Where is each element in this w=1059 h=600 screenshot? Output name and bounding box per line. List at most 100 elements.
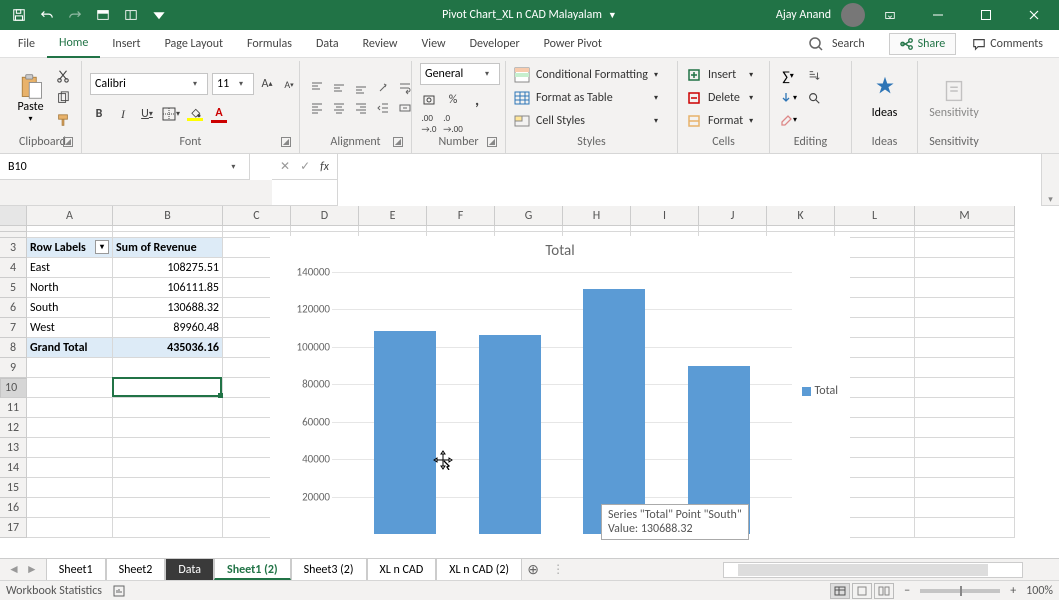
tab-view[interactable]: View — [410, 31, 458, 57]
workbook-statistics[interactable]: Workbook Statistics — [6, 584, 102, 598]
cell[interactable] — [27, 378, 113, 398]
qa-icon-1[interactable] — [90, 2, 116, 28]
delete-cells-button[interactable]: Delete▾ — [686, 88, 753, 108]
select-all-corner[interactable] — [0, 206, 27, 226]
tab-file[interactable]: File — [6, 31, 47, 57]
sheet-tab[interactable]: Data — [165, 558, 214, 580]
tab-power-pivot[interactable]: Power Pivot — [532, 31, 614, 57]
autosum-button[interactable]: ∑▾ — [778, 67, 798, 85]
accounting-button[interactable] — [420, 91, 438, 109]
cell[interactable]: Sum of Revenue — [113, 238, 223, 258]
minimize-icon[interactable] — [915, 0, 961, 30]
normal-view-button[interactable] — [830, 583, 850, 599]
col-header[interactable]: D — [291, 206, 359, 226]
cell[interactable] — [915, 258, 1015, 278]
number-format-select[interactable]: General▾ — [420, 63, 500, 85]
undo-icon[interactable] — [34, 2, 60, 28]
cell[interactable] — [27, 498, 113, 518]
row-header[interactable]: 7 — [0, 318, 27, 338]
cell[interactable] — [915, 478, 1015, 498]
align-right-button[interactable] — [352, 100, 370, 116]
cancel-formula-icon[interactable]: ✕ — [280, 159, 290, 174]
chevron-down-icon[interactable]: ▾ — [231, 162, 241, 172]
expand-formula-icon[interactable]: ▾ — [1041, 154, 1059, 205]
cell[interactable] — [915, 398, 1015, 418]
comma-button[interactable]: , — [468, 91, 486, 109]
find-select-button[interactable] — [804, 89, 824, 107]
tab-scroll-left-icon[interactable]: ◄ — [8, 562, 20, 577]
sheet-tab[interactable]: Sheet3 (2) — [291, 558, 367, 580]
fx-icon[interactable]: fx — [320, 160, 329, 174]
cell[interactable]: East — [27, 258, 113, 278]
ribbon-options-icon[interactable] — [867, 0, 913, 30]
cell[interactable]: West — [27, 318, 113, 338]
align-left-button[interactable] — [308, 100, 326, 116]
cell-styles-button[interactable]: Cell Styles▾ — [514, 111, 658, 131]
decrease-font-button[interactable]: A▾ — [280, 75, 298, 93]
cell[interactable] — [27, 358, 113, 378]
cell[interactable] — [915, 458, 1015, 478]
cell[interactable] — [113, 458, 223, 478]
font-size-select[interactable]: 11▾ — [212, 73, 254, 95]
cell[interactable] — [915, 298, 1015, 318]
maximize-icon[interactable] — [963, 0, 1009, 30]
copy-button[interactable] — [53, 89, 73, 107]
cell[interactable]: 435036.16 — [113, 338, 223, 358]
align-top-button[interactable] — [308, 80, 326, 96]
cell[interactable] — [915, 238, 1015, 258]
decrease-decimal-button[interactable]: .0→.00 — [444, 115, 462, 133]
add-sheet-button[interactable]: ⊕ — [522, 561, 544, 578]
percent-button[interactable]: % — [444, 91, 462, 109]
tab-scroll-right-icon[interactable]: ► — [26, 562, 38, 577]
share-button[interactable]: Share — [889, 33, 957, 55]
tab-home[interactable]: Home — [47, 30, 100, 58]
insert-cells-button[interactable]: Insert▾ — [686, 65, 753, 85]
row-header[interactable]: 16 — [0, 498, 27, 518]
sheet-tab[interactable]: XL n CAD (2) — [436, 558, 522, 580]
launcher-icon[interactable]: ◢ — [393, 137, 403, 147]
cell[interactable] — [915, 358, 1015, 378]
avatar[interactable] — [841, 3, 865, 27]
cell[interactable] — [113, 418, 223, 438]
cell[interactable]: Row Labels▾ — [27, 238, 113, 258]
col-header[interactable]: M — [915, 206, 1015, 226]
cell[interactable] — [915, 438, 1015, 458]
sheet-tab[interactable]: Sheet1 (2) — [214, 558, 291, 580]
align-bottom-button[interactable] — [352, 80, 370, 96]
align-middle-button[interactable] — [330, 80, 348, 96]
redo-icon[interactable] — [62, 2, 88, 28]
launcher-icon[interactable]: ◢ — [487, 137, 497, 147]
row-header[interactable]: 4 — [0, 258, 27, 278]
cell[interactable] — [27, 438, 113, 458]
cell[interactable] — [915, 338, 1015, 358]
sheet-tab[interactable]: Sheet2 — [106, 558, 166, 580]
cell[interactable]: 130688.32 — [113, 298, 223, 318]
row-header[interactable]: 12 — [0, 418, 27, 438]
col-header[interactable]: J — [699, 206, 767, 226]
sheet-tab[interactable]: Sheet1 — [46, 558, 106, 580]
cell[interactable] — [113, 378, 223, 398]
col-header[interactable]: L — [835, 206, 915, 226]
cell[interactable] — [915, 418, 1015, 438]
tab-data[interactable]: Data — [304, 31, 351, 57]
increase-font-button[interactable]: A▴ — [258, 75, 276, 93]
tab-page-layout[interactable]: Page Layout — [153, 31, 235, 57]
tab-insert[interactable]: Insert — [100, 31, 152, 57]
border-button[interactable]: ▾ — [162, 105, 180, 123]
conditional-formatting-button[interactable]: Conditional Formatting▾ — [514, 65, 658, 85]
cell[interactable]: North — [27, 278, 113, 298]
orientation-button[interactable] — [374, 80, 392, 96]
col-header[interactable]: H — [563, 206, 631, 226]
cell[interactable] — [113, 478, 223, 498]
col-header[interactable]: F — [427, 206, 495, 226]
cell[interactable] — [915, 378, 1015, 398]
cell[interactable] — [915, 498, 1015, 518]
chart-bar[interactable] — [479, 335, 541, 534]
row-header[interactable]: 9 — [0, 358, 27, 378]
font-color-button[interactable]: A — [210, 105, 228, 123]
font-family-select[interactable]: Calibri▾ — [90, 73, 208, 95]
col-header[interactable]: K — [767, 206, 835, 226]
formula-input[interactable] — [337, 154, 1041, 206]
cell[interactable] — [915, 278, 1015, 298]
name-box[interactable]: ▾ — [0, 154, 250, 180]
